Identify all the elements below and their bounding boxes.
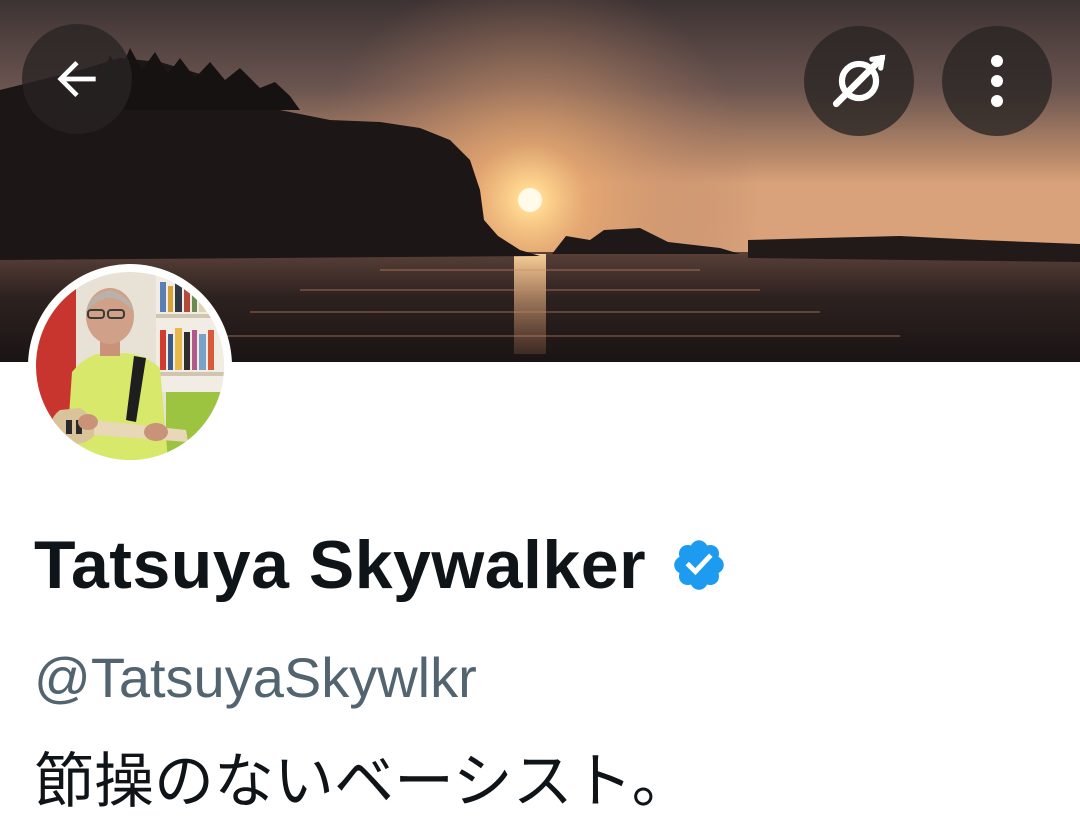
display-name: Tatsuya Skywalker	[34, 527, 647, 603]
grok-icon	[828, 50, 890, 112]
back-button[interactable]	[22, 24, 132, 134]
user-handle: @TatsuyaSkywlkr	[34, 646, 477, 709]
arrow-left-icon	[49, 51, 105, 107]
more-options-button[interactable]	[942, 26, 1052, 136]
avatar[interactable]	[28, 264, 232, 468]
more-vertical-icon	[989, 53, 1005, 109]
display-name-row: Tatsuya Skywalker	[34, 520, 728, 610]
grok-button[interactable]	[804, 26, 914, 136]
profile-page: Tatsuya Skywalker @TatsuyaSkywlkr 節操のないベ…	[0, 0, 1080, 834]
profile-bio: 節操のないベーシスト。	[34, 747, 692, 817]
avatar-image	[36, 272, 224, 460]
verified-badge-icon[interactable]	[670, 536, 728, 594]
